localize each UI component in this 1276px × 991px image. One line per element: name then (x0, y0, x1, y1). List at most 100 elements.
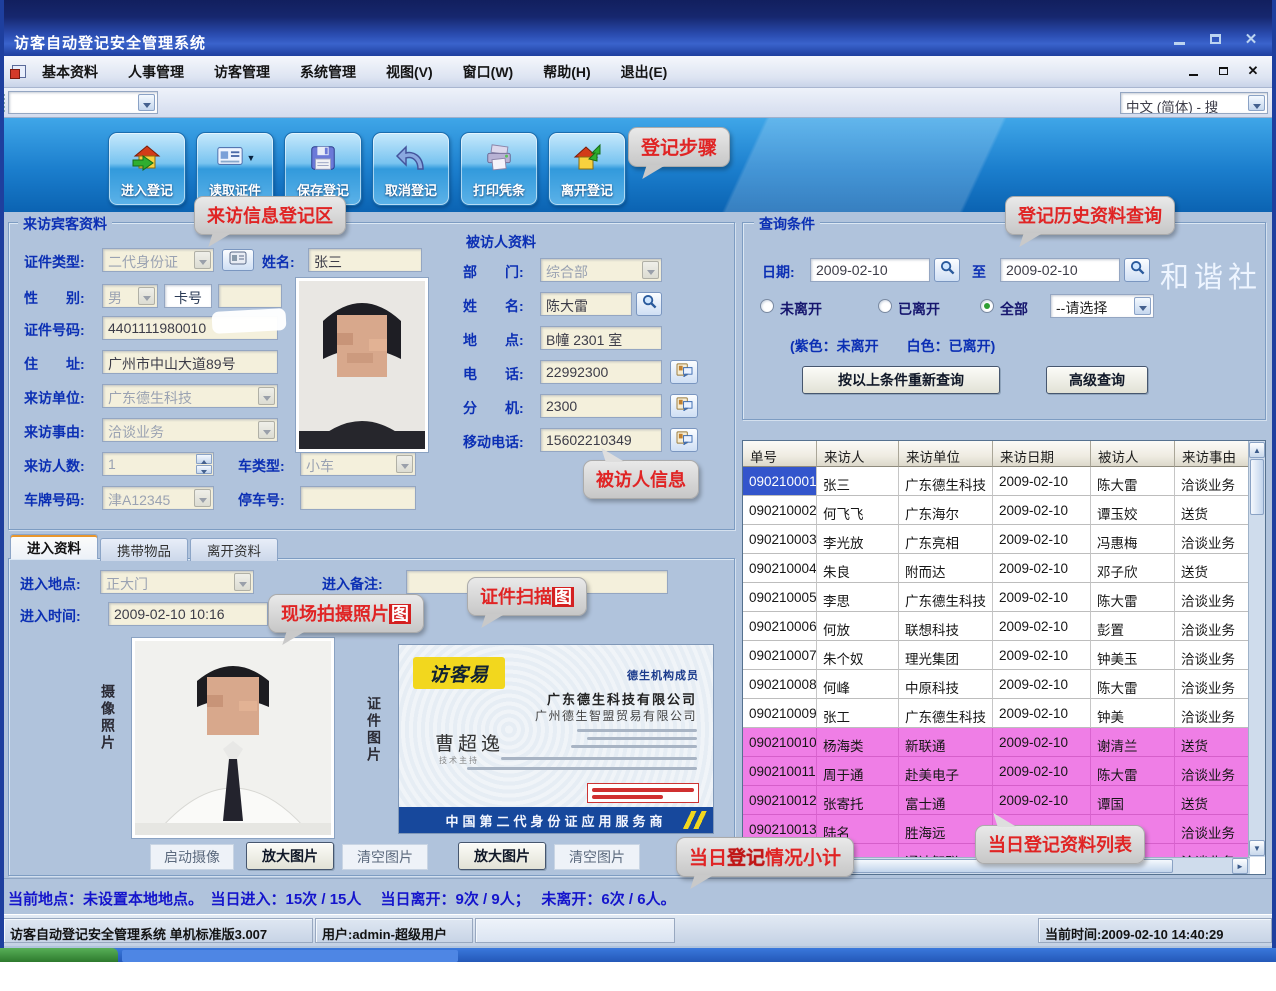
column-header[interactable]: 来访日期 (993, 441, 1091, 467)
close-icon[interactable]: ✕ (1240, 30, 1262, 48)
extension-notify-button[interactable] (670, 394, 698, 418)
leave-registration-button[interactable]: 离开登记 (548, 132, 626, 206)
quick-select-combobox[interactable] (8, 91, 158, 114)
clear-scan-button[interactable]: 清空图片 (554, 844, 640, 870)
phone-notify-button[interactable] (670, 360, 698, 384)
column-header[interactable]: 来访事由 (1175, 441, 1249, 467)
scroll-down-icon[interactable]: ▼ (1249, 840, 1265, 856)
visited-name-search-button[interactable] (636, 292, 662, 316)
column-header[interactable]: 单号 (743, 441, 817, 467)
parking-number-field[interactable] (300, 486, 416, 510)
menu-item-system[interactable]: 系统管理 (300, 62, 356, 82)
tab-entry-info[interactable]: 进入资料 (10, 534, 98, 559)
table-row[interactable]: 090210003 李光放 广东亮相 2009-02-10 冯惠梅 洽谈业务 (743, 525, 1249, 554)
table-row[interactable]: 090210005 李思 广东德生科技 2009-02-10 陈大雷 洽谈业务 (743, 583, 1249, 612)
table-row[interactable]: 090210012 张寄托 富士通 2009-02-10 谭国 送货 (743, 786, 1249, 815)
radio-not-left[interactable] (760, 299, 774, 313)
radio-left-label[interactable]: 已离开 (898, 299, 940, 319)
zoom-photo-button[interactable]: 放大图片 (246, 842, 334, 870)
mdi-close-icon[interactable]: ✕ (1246, 64, 1260, 78)
column-header[interactable]: 被访人 (1091, 441, 1175, 467)
vehicle-type-combobox[interactable]: 小车 (300, 452, 416, 476)
language-bar[interactable]: 中文 (简体) - 搜 (1120, 92, 1268, 114)
start-button[interactable] (0, 948, 118, 962)
taskbar-button[interactable] (122, 950, 458, 962)
date-from-field[interactable]: 2009-02-10 (810, 258, 930, 282)
scroll-right-icon[interactable]: ► (1232, 858, 1248, 874)
advanced-query-button[interactable]: 高级查询 (1046, 366, 1148, 394)
department-combobox[interactable]: 综合部 (540, 258, 662, 282)
id-type-combobox[interactable]: 二代身份证 (102, 248, 214, 272)
read-id-button[interactable]: ▼ 读取证件 (196, 132, 274, 206)
visitor-name-field[interactable]: 张三 (308, 248, 422, 272)
radio-all-label[interactable]: 全部 (1000, 299, 1028, 319)
visitor-company-combobox[interactable]: 广东德生科技 (102, 384, 278, 408)
save-registration-button[interactable]: 保存登记 (284, 132, 362, 206)
window-title: 访客自动登记安全管理系统 (14, 32, 206, 53)
vertical-scroll-thumb[interactable] (1250, 459, 1264, 515)
table-row[interactable]: 090210008 何峰 中原科技 2009-02-10 陈大雷 洽谈业务 (743, 670, 1249, 699)
menu-item-window[interactable]: 窗口(W) (463, 62, 514, 82)
menu-item-hr[interactable]: 人事管理 (128, 62, 184, 82)
mdi-minimize-icon[interactable] (1186, 64, 1200, 78)
address-field[interactable]: 广州市中山大道89号 (102, 350, 278, 374)
table-row[interactable]: 090210006 何放 联想科技 2009-02-10 彭置 洽谈业务 (743, 612, 1249, 641)
column-header[interactable]: 来访单位 (899, 441, 993, 467)
column-header[interactable]: 来访人 (817, 441, 899, 467)
chevron-down-icon[interactable] (138, 94, 155, 111)
query-select-combobox[interactable]: --请选择 (1050, 294, 1154, 318)
gender-combobox[interactable]: 男 (102, 284, 158, 308)
visited-name-field[interactable]: 陈大雷 (540, 292, 632, 316)
radio-left[interactable] (878, 299, 892, 313)
entry-time-field[interactable]: 2009-02-10 10:16 (108, 602, 268, 626)
tab-leave-info[interactable]: 离开资料 (190, 538, 278, 561)
stepper-arrows-icon[interactable] (196, 454, 212, 474)
enter-registration-button[interactable]: 进入登记 (108, 132, 186, 206)
menu-item-help[interactable]: 帮助(H) (543, 62, 590, 82)
table-row[interactable]: 090210001 张三 广东德生科技 2009-02-10 陈大雷 洽谈业务 (743, 467, 1249, 496)
table-row[interactable]: 090210004 朱良 附而达 2009-02-10 邓子欣 送货 (743, 554, 1249, 583)
visit-reason-combobox[interactable]: 洽谈业务 (102, 418, 278, 442)
tab-carried-items[interactable]: 携带物品 (100, 538, 188, 561)
start-camera-button[interactable]: 启动摄像 (150, 844, 234, 870)
table-row[interactable]: 090210011 周于通 赴美电子 2009-02-10 陈大雷 洽谈业务 (743, 757, 1249, 786)
date-to-field[interactable]: 2009-02-10 (1000, 258, 1120, 282)
table-row[interactable]: 090210007 朱个奴 理光集团 2009-02-10 钟美玉 洽谈业务 (743, 641, 1249, 670)
menu-item-basic[interactable]: 基本资料 (42, 62, 98, 82)
location-field[interactable]: B幢 2301 室 (540, 326, 662, 350)
radio-not-left-label[interactable]: 未离开 (780, 299, 822, 319)
entry-place-combobox[interactable]: 正大门 (100, 570, 254, 594)
table-row[interactable]: 090210010 杨海类 新联通 2009-02-10 谢清兰 送货 (743, 728, 1249, 757)
card-number-button[interactable]: 卡号 (164, 284, 212, 308)
zoom-scan-button[interactable]: 放大图片 (458, 842, 546, 870)
read-card-button[interactable] (222, 249, 254, 271)
menu-item-visitor[interactable]: 访客管理 (214, 62, 270, 82)
date-to-picker-button[interactable] (1124, 258, 1150, 282)
menu-item-exit[interactable]: 退出(E) (621, 62, 668, 82)
minimize-icon[interactable] (1168, 30, 1190, 48)
location-label: 地 点: (463, 330, 524, 350)
mobile-notify-button[interactable] (670, 428, 698, 452)
date-from-picker-button[interactable] (934, 258, 960, 282)
table-row[interactable]: 090210002 何飞飞 广东海尔 2009-02-10 谭玉姣 送货 (743, 496, 1249, 525)
clear-photo-button[interactable]: 清空图片 (342, 844, 428, 870)
restore-icon[interactable] (1204, 30, 1226, 48)
visitor-count-stepper[interactable]: 1 (102, 452, 214, 476)
requery-button[interactable]: 按以上条件重新查询 (802, 366, 1000, 394)
plate-number-combobox[interactable]: 津A12345 (102, 486, 214, 510)
mdi-restore-icon[interactable] (1216, 64, 1230, 78)
radio-all[interactable] (980, 299, 994, 313)
cancel-registration-button[interactable]: 取消登记 (372, 132, 450, 206)
phone-field[interactable]: 22992300 (540, 360, 662, 384)
chevron-down-icon[interactable] (1248, 95, 1265, 111)
window-border-left (0, 0, 4, 948)
chevron-down-icon[interactable] (1134, 297, 1151, 315)
extension-field[interactable]: 2300 (540, 394, 662, 418)
print-slip-button[interactable]: 打印凭条 (460, 132, 538, 206)
table-row[interactable]: 090210009 张工 广东德生科技 2009-02-10 钟美 洽谈业务 (743, 699, 1249, 728)
scroll-up-icon[interactable]: ▲ (1249, 442, 1265, 458)
menu-item-view[interactable]: 视图(V) (386, 62, 433, 82)
card-number-field[interactable] (218, 284, 282, 308)
callout-history-query: 登记历史资料查询 (1005, 196, 1175, 235)
vertical-scrollbar[interactable]: ▲ ▼ (1248, 441, 1265, 857)
